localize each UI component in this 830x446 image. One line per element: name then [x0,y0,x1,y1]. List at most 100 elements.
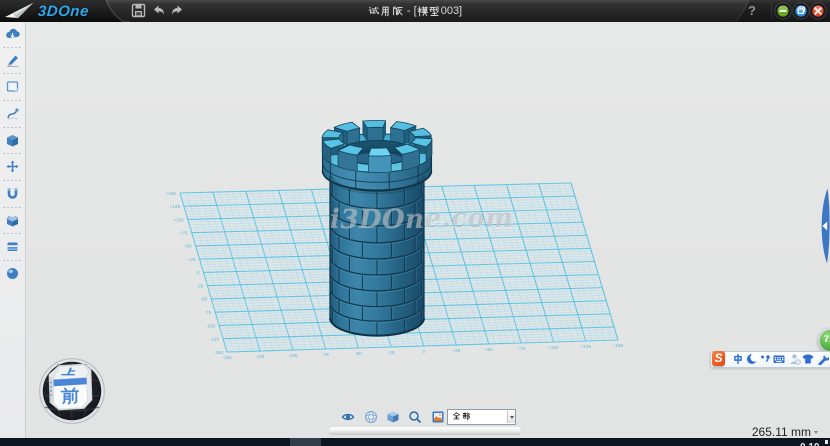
move-icon [5,159,20,174]
cloud-icon [5,26,20,41]
skin-icon[interactable] [802,353,814,365]
material-icon [5,239,20,254]
mode-cn-icon[interactable] [732,353,744,365]
app-logo-text: 3DOne [37,3,89,20]
sidebar-separator [3,127,21,128]
combine-icon [5,213,20,228]
measure-readout: 265.11 mm [26,425,818,438]
model-castle-tower [322,121,432,336]
image-icon[interactable] [431,410,445,424]
measure-dropdown-icon[interactable] [814,431,818,434]
svg-text:0: 0 [197,270,200,275]
sidebar-separator [3,260,21,261]
svg-text:+25: +25 [188,257,196,262]
view-cube-widget[interactable] [38,357,106,425]
close-button[interactable] [809,2,827,20]
status-bar: 0.10 [0,438,830,446]
svg-text:+125: +125 [581,344,592,349]
svg-text:+150: +150 [613,343,624,348]
sidebar-separator [3,233,21,234]
view-cube [49,364,92,410]
svg-text:-75: -75 [205,310,212,315]
filter-combobox[interactable] [447,409,516,425]
viewport-3d[interactable]: +150 -150 +125 -125 +100 -100 +75 -75 +50 -50 +25 -… [26,22,830,438]
svg-text:-100: -100 [206,323,216,328]
svg-text:+125: +125 [170,204,181,209]
sidebar-separator [3,153,21,154]
sidebar-item-render[interactable] [0,263,25,283]
status-partial-value: 0.10 [800,442,819,446]
eye-icon[interactable] [341,410,355,424]
svg-text:-100: -100 [288,353,298,358]
punct-icon[interactable] [759,353,771,365]
status-tick [825,440,828,445]
svg-text:-25: -25 [388,350,395,355]
wrench-icon[interactable] [817,353,829,365]
curve-icon [5,106,20,121]
sogou-logo[interactable]: S [712,351,725,367]
wireframe-icon[interactable] [364,410,378,424]
sidebar-item-material[interactable] [0,236,25,256]
svg-text:-150: -150 [214,350,224,355]
sidebar-item-move[interactable] [0,156,25,176]
sidebar-item-solid-cube[interactable] [0,130,25,150]
svg-text:+100: +100 [173,217,184,222]
sidebar-item-curve[interactable] [0,103,25,123]
keyboard-icon[interactable] [773,353,785,365]
redo-icon[interactable] [170,3,185,18]
measure-value: 265.11 mm [752,425,811,438]
render-icon [5,266,20,281]
sidebar-separator [3,100,21,101]
svg-text:-50: -50 [355,351,362,356]
sidebar-separator [3,180,21,181]
chevron-down-icon [510,416,514,419]
paper-plane-icon [4,2,34,20]
save-icon[interactable] [131,3,146,18]
app-logo: 3DOne [4,1,89,21]
svg-text:+50: +50 [485,347,493,352]
sidebar-item-combine[interactable] [0,210,25,230]
filter-combobox-value [448,408,507,426]
minimize-button[interactable] [774,2,792,20]
svg-text:-75: -75 [322,352,329,357]
svg-text:-25: -25 [197,283,204,288]
ime-toolbar: S [710,351,830,368]
left-toolbar [0,22,26,438]
moon-icon[interactable] [746,353,758,365]
svg-text:+100: +100 [548,345,559,350]
scene-canvas: +150 -150 +125 -125 +100 -100 +75 -75 +50 -50 +25 -… [26,22,830,438]
sidebar-separator [3,47,21,48]
shaded-icon[interactable] [386,410,400,424]
sidebar-separator [3,207,21,208]
sketch-icon [5,79,20,94]
svg-text:+150: +150 [166,191,177,196]
svg-text:+25: +25 [452,348,460,353]
sidebar-item-sketch[interactable] [0,76,25,96]
svg-text:+75: +75 [180,231,188,236]
svg-text:-125: -125 [255,354,265,359]
flyout-tab-handle[interactable] [818,188,830,264]
zoom-icon[interactable] [408,410,422,424]
title-bar: 3DOne - [003] ? [0,0,830,22]
pencil-icon [5,53,20,68]
sidebar-item-cloud[interactable] [0,23,25,43]
sidebar-item-magnet[interactable] [0,183,25,203]
filter-combobox-button[interactable] [507,411,515,423]
svg-text:+75: +75 [517,346,525,351]
sidebar-item-pencil[interactable] [0,50,25,70]
svg-text:0: 0 [422,349,425,354]
sidebar-separator [3,73,21,74]
speedup-ball-value: 71 [820,330,830,351]
status-segment [290,438,321,446]
magnet-icon [5,186,20,201]
undo-icon[interactable] [151,3,166,18]
solid-cube-icon [5,133,20,148]
svg-text:+50: +50 [184,244,192,249]
svg-text:-125: -125 [210,337,220,342]
application-window: +150 -150 +125 -125 +100 -100 +75 -75 +50 -50 +25 -… [0,0,830,446]
svg-text:-150: -150 [222,355,232,360]
restore-button[interactable] [792,2,810,20]
grid-and-model: +150 -150 +125 -125 +100 -100 +75 -75 +50 -50 +25 -… [26,22,830,438]
svg-text:-50: -50 [201,297,208,302]
person-icon[interactable] [789,353,801,365]
